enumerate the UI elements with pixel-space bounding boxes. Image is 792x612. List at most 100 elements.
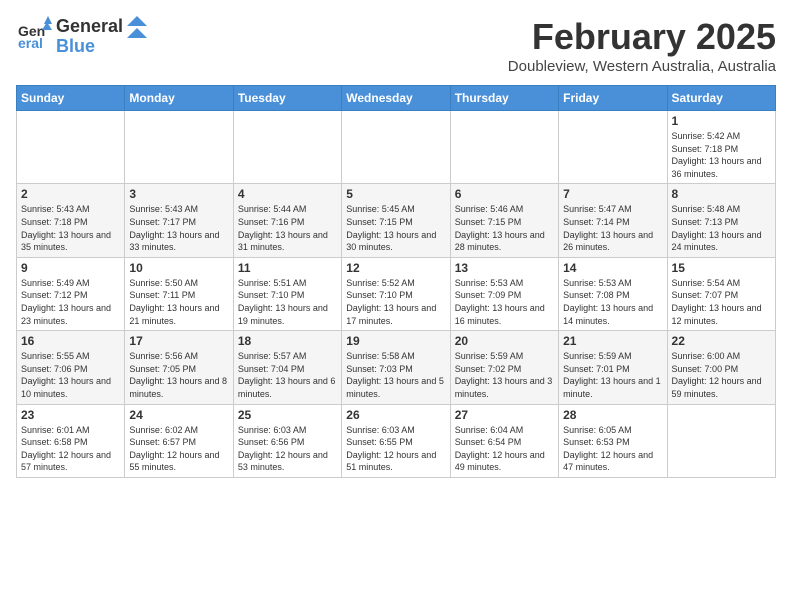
calendar-cell: 1Sunrise: 5:42 AM Sunset: 7:18 PM Daylig… (667, 111, 775, 184)
calendar-cell: 11 Sunrise: 5:51 AM Sunset: 7:10 PM Dayli… (233, 257, 341, 330)
calendar-cell: 22 Sunrise: 6:00 AM Sunset: 7:00 PM Dayli… (667, 331, 775, 404)
day-number: 23 (21, 408, 120, 422)
day-info: Sunrise: 5:53 AM Sunset: 7:08 PM Dayligh… (563, 277, 662, 327)
calendar-cell: 2 Sunrise: 5:43 AM Sunset: 7:18 PM Daylig… (17, 184, 125, 257)
weekday-header-saturday: Saturday (667, 86, 775, 111)
day-info: Sunrise: 6:00 AM Sunset: 7:00 PM Dayligh… (672, 350, 771, 400)
calendar-header-row: SundayMondayTuesdayWednesdayThursdayFrid… (17, 86, 776, 111)
day-number: 18 (238, 334, 337, 348)
calendar-cell: 6Sunrise: 5:46 AM Sunset: 7:15 PM Daylig… (450, 184, 558, 257)
calendar-week-row: 1Sunrise: 5:42 AM Sunset: 7:18 PM Daylig… (17, 111, 776, 184)
day-info: Sunrise: 5:44 AM Sunset: 7:16 PM Dayligh… (238, 203, 337, 253)
logo-blue-text: Blue (56, 37, 123, 57)
day-info: Sunrise: 5:52 AM Sunset: 7:10 PM Dayligh… (346, 277, 445, 327)
calendar-week-row: 9 Sunrise: 5:49 AM Sunset: 7:12 PM Daylig… (17, 257, 776, 330)
day-info: Sunrise: 6:02 AM Sunset: 6:57 PM Dayligh… (129, 424, 228, 474)
calendar-cell (233, 111, 341, 184)
day-number: 24 (129, 408, 228, 422)
day-number: 2 (21, 187, 120, 201)
calendar-cell (667, 404, 775, 477)
day-number: 11 (238, 261, 337, 275)
day-info: Sunrise: 5:58 AM Sunset: 7:03 PM Dayligh… (346, 350, 445, 400)
day-info: Sunrise: 5:51 AM Sunset: 7:10 PM Dayligh… (238, 277, 337, 327)
day-number: 1 (672, 114, 771, 128)
svg-text:eral: eral (18, 35, 43, 51)
day-info: Sunrise: 5:57 AM Sunset: 7:04 PM Dayligh… (238, 350, 337, 400)
calendar-cell: 8 Sunrise: 5:48 AM Sunset: 7:13 PM Daylig… (667, 184, 775, 257)
calendar-cell: 27Sunrise: 6:04 AM Sunset: 6:54 PM Dayli… (450, 404, 558, 477)
calendar-cell (342, 111, 450, 184)
calendar-cell: 9 Sunrise: 5:49 AM Sunset: 7:12 PM Daylig… (17, 257, 125, 330)
calendar-cell: 28 Sunrise: 6:05 AM Sunset: 6:53 PM Dayli… (559, 404, 667, 477)
day-number: 13 (455, 261, 554, 275)
location-title: Doubleview, Western Australia, Australia (508, 58, 776, 75)
calendar-cell: 25 Sunrise: 6:03 AM Sunset: 6:56 PM Dayli… (233, 404, 341, 477)
logo: Gen eral General Blue (16, 16, 147, 57)
calendar-cell: 23 Sunrise: 6:01 AM Sunset: 6:58 PM Dayli… (17, 404, 125, 477)
day-number: 26 (346, 408, 445, 422)
calendar-cell: 16 Sunrise: 5:55 AM Sunset: 7:06 PM Dayli… (17, 331, 125, 404)
day-number: 27 (455, 408, 554, 422)
day-info: Sunrise: 5:59 AM Sunset: 7:02 PM Dayligh… (455, 350, 554, 400)
day-info: Sunrise: 5:43 AM Sunset: 7:17 PM Dayligh… (129, 203, 228, 253)
logo-general-text: General (56, 17, 123, 37)
day-number: 17 (129, 334, 228, 348)
day-number: 15 (672, 261, 771, 275)
day-info: Sunrise: 6:03 AM Sunset: 6:56 PM Dayligh… (238, 424, 337, 474)
title-section: February 2025 Doubleview, Western Austra… (508, 16, 776, 75)
day-info: Sunrise: 6:05 AM Sunset: 6:53 PM Dayligh… (563, 424, 662, 474)
calendar-cell: 17 Sunrise: 5:56 AM Sunset: 7:05 PM Dayli… (125, 331, 233, 404)
day-number: 4 (238, 187, 337, 201)
day-number: 22 (672, 334, 771, 348)
day-number: 19 (346, 334, 445, 348)
calendar-cell (450, 111, 558, 184)
weekday-header-tuesday: Tuesday (233, 86, 341, 111)
day-number: 12 (346, 261, 445, 275)
calendar-cell: 12 Sunrise: 5:52 AM Sunset: 7:10 PM Dayli… (342, 257, 450, 330)
day-info: Sunrise: 5:55 AM Sunset: 7:06 PM Dayligh… (21, 350, 120, 400)
day-number: 9 (21, 261, 120, 275)
day-number: 16 (21, 334, 120, 348)
weekday-header-friday: Friday (559, 86, 667, 111)
calendar-cell (125, 111, 233, 184)
month-title: February 2025 (508, 16, 776, 58)
calendar-week-row: 23 Sunrise: 6:01 AM Sunset: 6:58 PM Dayli… (17, 404, 776, 477)
logo-arrow (127, 16, 147, 57)
day-info: Sunrise: 5:45 AM Sunset: 7:15 PM Dayligh… (346, 203, 445, 253)
calendar-table: SundayMondayTuesdayWednesdayThursdayFrid… (16, 85, 776, 478)
calendar-week-row: 2 Sunrise: 5:43 AM Sunset: 7:18 PM Daylig… (17, 184, 776, 257)
logo-graphic: Gen eral (16, 16, 52, 57)
day-number: 21 (563, 334, 662, 348)
calendar-cell: 24 Sunrise: 6:02 AM Sunset: 6:57 PM Dayli… (125, 404, 233, 477)
day-info: Sunrise: 5:48 AM Sunset: 7:13 PM Dayligh… (672, 203, 771, 253)
day-info: Sunrise: 6:01 AM Sunset: 6:58 PM Dayligh… (21, 424, 120, 474)
calendar-cell: 3 Sunrise: 5:43 AM Sunset: 7:17 PM Daylig… (125, 184, 233, 257)
calendar-cell: 15 Sunrise: 5:54 AM Sunset: 7:07 PM Dayli… (667, 257, 775, 330)
header: Gen eral General Blue February 2025 Doub… (16, 16, 776, 75)
weekday-header-sunday: Sunday (17, 86, 125, 111)
day-number: 10 (129, 261, 228, 275)
calendar-cell: 19 Sunrise: 5:58 AM Sunset: 7:03 PM Dayli… (342, 331, 450, 404)
weekday-header-wednesday: Wednesday (342, 86, 450, 111)
day-info: Sunrise: 5:56 AM Sunset: 7:05 PM Dayligh… (129, 350, 228, 400)
day-info: Sunrise: 5:53 AM Sunset: 7:09 PM Dayligh… (455, 277, 554, 327)
calendar-cell (17, 111, 125, 184)
day-number: 6 (455, 187, 554, 201)
day-number: 8 (672, 187, 771, 201)
day-number: 20 (455, 334, 554, 348)
calendar-week-row: 16 Sunrise: 5:55 AM Sunset: 7:06 PM Dayli… (17, 331, 776, 404)
calendar-cell: 10Sunrise: 5:50 AM Sunset: 7:11 PM Dayli… (125, 257, 233, 330)
day-info: Sunrise: 5:49 AM Sunset: 7:12 PM Dayligh… (21, 277, 120, 327)
day-number: 7 (563, 187, 662, 201)
day-info: Sunrise: 5:59 AM Sunset: 7:01 PM Dayligh… (563, 350, 662, 400)
calendar-cell: 26Sunrise: 6:03 AM Sunset: 6:55 PM Dayli… (342, 404, 450, 477)
day-number: 25 (238, 408, 337, 422)
day-info: Sunrise: 5:43 AM Sunset: 7:18 PM Dayligh… (21, 203, 120, 253)
day-number: 28 (563, 408, 662, 422)
calendar-cell: 20 Sunrise: 5:59 AM Sunset: 7:02 PM Dayli… (450, 331, 558, 404)
calendar-cell: 4 Sunrise: 5:44 AM Sunset: 7:16 PM Daylig… (233, 184, 341, 257)
day-number: 3 (129, 187, 228, 201)
day-info: Sunrise: 5:54 AM Sunset: 7:07 PM Dayligh… (672, 277, 771, 327)
weekday-header-monday: Monday (125, 86, 233, 111)
day-number: 5 (346, 187, 445, 201)
